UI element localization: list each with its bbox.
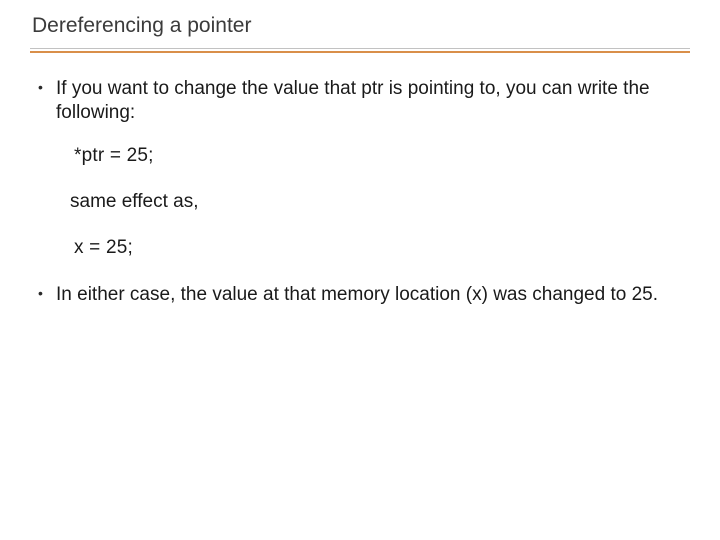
note-text: same effect as,: [70, 190, 690, 214]
divider-line-orange: [30, 51, 690, 53]
slide-title: Dereferencing a pointer: [30, 14, 690, 46]
slide: Dereferencing a pointer • If you want to…: [0, 0, 720, 540]
bullet-item: • In either case, the value at that memo…: [38, 283, 690, 307]
divider-line-gray: [30, 48, 690, 49]
slide-body: • If you want to change the value that p…: [30, 77, 690, 307]
bullet-dot-icon: •: [38, 77, 56, 126]
bullet-item: • If you want to change the value that p…: [38, 77, 690, 126]
code-line-1: *ptr = 25;: [74, 144, 690, 168]
bullet-text: If you want to change the value that ptr…: [56, 77, 690, 126]
code-line-2: x = 25;: [74, 236, 690, 260]
bullet-dot-icon: •: [38, 283, 56, 307]
bullet-text: In either case, the value at that memory…: [56, 283, 690, 307]
title-divider: [30, 48, 690, 53]
